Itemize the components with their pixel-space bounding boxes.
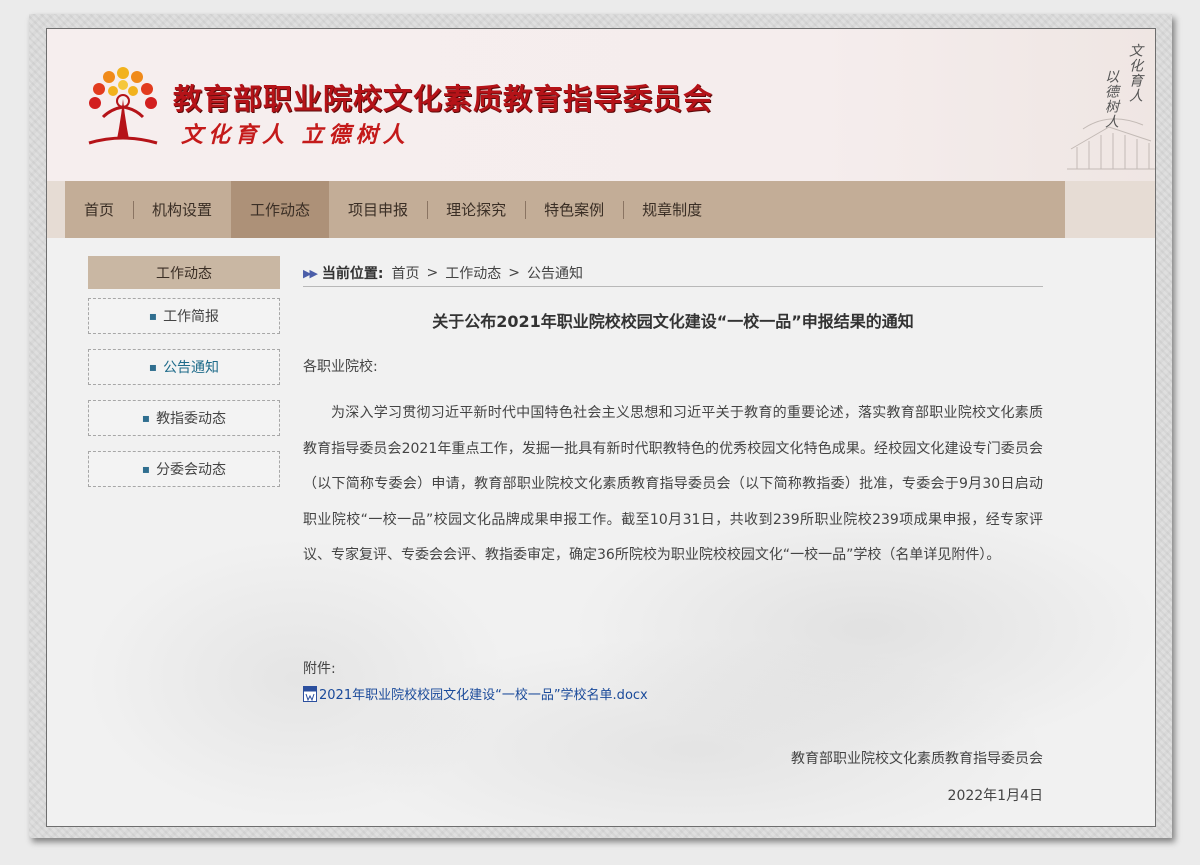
sidebar-item-label: 教指委动态 — [156, 411, 227, 427]
breadcrumb-separator: > — [508, 265, 520, 281]
breadcrumb-link-notices[interactable]: 公告通知 — [527, 263, 583, 283]
article-salutation: 各职业院校: — [303, 359, 378, 375]
nav-item-organization[interactable]: 机构设置 — [133, 181, 231, 238]
nav-item-cases[interactable]: 特色案例 — [525, 181, 623, 238]
page-container: 教育部职业院校文化素质教育指导委员会 文化育人 立德树人 文化育人 以德树人 首… — [46, 28, 1156, 827]
article-body: 为深入学习贯彻习近平新时代中国特色社会主义思想和习近平关于教育的重要论述，落实教… — [303, 405, 1043, 563]
site-title: 教育部职业院校文化素质教育指导委员会 — [173, 82, 714, 116]
breadcrumb-link-work-news[interactable]: 工作动态 — [445, 263, 501, 283]
breadcrumb-separator: > — [426, 265, 439, 281]
nav-item-work-news[interactable]: 工作动态 — [231, 181, 330, 238]
attachment-label: 附件: — [303, 661, 336, 677]
nav-item-regulations[interactable]: 规章制度 — [623, 181, 721, 238]
word-document-icon — [303, 685, 317, 702]
sidebar-item-committee-news[interactable]: ▪ 教指委动态 — [88, 400, 280, 436]
double-arrow-icon: ▶▶ — [303, 266, 318, 280]
bullet-icon: ▪ — [148, 360, 158, 374]
sidebar-item-work-brief[interactable]: ▪ 工作简报 — [88, 298, 280, 334]
sidebar-item-label: 分委会动态 — [156, 462, 227, 478]
attachment-filename: 2021年职业院校校园文化建设“一校一品”学校名单.docx — [319, 688, 648, 703]
nav-band: 首页 机构设置 工作动态 项目申报 理论探究 特色案例 规章制度 — [47, 181, 1155, 238]
nav-item-home[interactable]: 首页 — [65, 181, 133, 238]
signature-date: 2022年1月4日 — [947, 788, 1043, 804]
header-calligraphy-art: 文化育人 以德树人 — [1063, 29, 1155, 181]
breadcrumb-lead: 当前位置: — [321, 266, 384, 282]
bullet-icon: ▪ — [141, 462, 151, 476]
attachment-link[interactable]: 2021年职业院校校园文化建设“一校一品”学校名单.docx — [303, 684, 648, 703]
nav-item-theory[interactable]: 理论探究 — [427, 181, 525, 238]
breadcrumb-link-home[interactable]: 首页 — [392, 263, 420, 283]
site-slogan: 文化育人 立德树人 — [181, 122, 410, 148]
breadcrumb: ▶▶ 当前位置: 首页 > 工作动态 > 公告通知 — [303, 260, 1043, 287]
calligraphy-line-1: 文化育人 — [1127, 43, 1143, 103]
calligraphy-line-2: 以德树人 — [1103, 69, 1119, 129]
bullet-icon: ▪ — [148, 309, 158, 323]
sidebar-item-label: 工作简报 — [163, 309, 220, 325]
site-header: 教育部职业院校文化素质教育指导委员会 文化育人 立德树人 文化育人 以德树人 — [47, 29, 1155, 181]
bullet-icon: ▪ — [141, 411, 151, 425]
main-nav: 首页 机构设置 工作动态 项目申报 理论探究 特色案例 规章制度 — [65, 181, 1065, 238]
sidebar-item-label: 公告通知 — [163, 360, 220, 376]
tree-logo-icon — [88, 67, 158, 145]
signature-organization: 教育部职业院校文化素质教育指导委员会 — [791, 751, 1043, 767]
article-title: 关于公布2021年职业院校校园文化建设“一校一品”申报结果的通知 — [432, 312, 914, 331]
sidebar-heading: 工作动态 — [88, 256, 280, 289]
nav-item-project-apply[interactable]: 项目申报 — [329, 181, 427, 238]
sidebar-item-notices[interactable]: ▪ 公告通知 — [88, 349, 280, 385]
sidebar-item-subcommittee-news[interactable]: ▪ 分委会动态 — [88, 451, 280, 487]
